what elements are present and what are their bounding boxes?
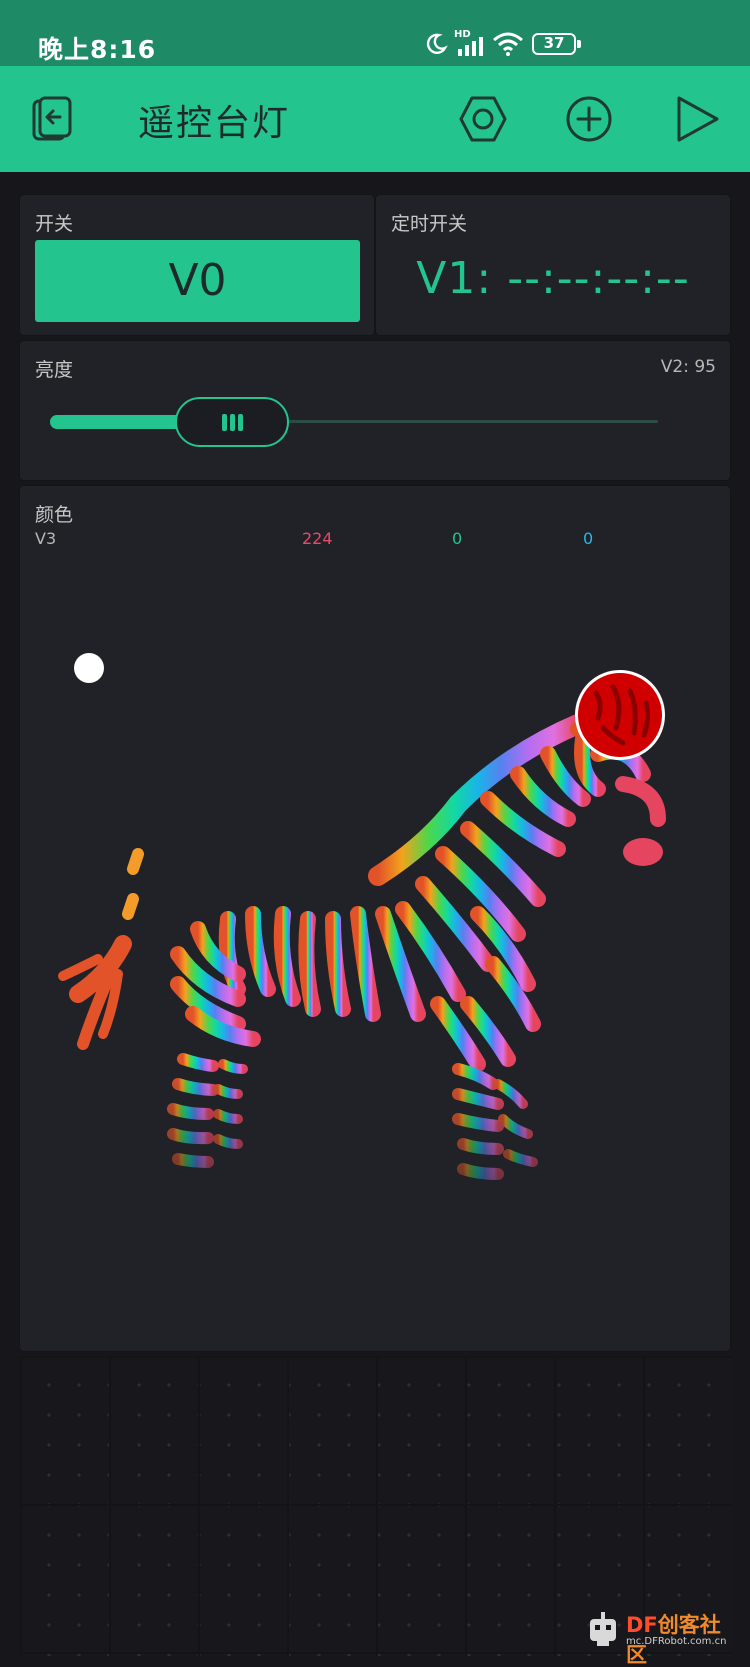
settings-hex-icon[interactable]: [456, 92, 510, 146]
add-widget-icon[interactable]: [562, 92, 616, 146]
timer-value[interactable]: V1: --:--:--:--: [376, 253, 730, 304]
watermark-site: mc.DFRobot.com.cn: [626, 1636, 727, 1647]
battery-indicator: 37: [532, 33, 581, 55]
brightness-value: V2: 95: [660, 357, 716, 377]
switch-label: 开关: [35, 213, 74, 235]
selected-color-texture: [593, 684, 651, 746]
brightness-dot[interactable]: [74, 653, 104, 683]
color-picker-handle[interactable]: [575, 670, 665, 760]
status-bar: 晚上8:16 HD 37: [0, 0, 750, 66]
wifi-icon: [493, 32, 523, 56]
green-value: 0: [452, 529, 463, 548]
play-icon[interactable]: [670, 92, 724, 146]
exit-project-icon[interactable]: [26, 92, 80, 146]
blue-value: 0: [583, 529, 594, 548]
do-not-disturb-moon-icon: [426, 33, 448, 54]
robot-logo-icon: [590, 1612, 616, 1646]
status-time: 晚上8:16: [38, 35, 157, 64]
brightness-label: 亮度: [35, 359, 74, 381]
dfrobot-watermark: DF创客社区 mc.DFRobot.com.cn: [584, 1607, 734, 1667]
color-label: 颜色: [35, 504, 74, 526]
color-pin: V3: [35, 529, 57, 548]
project-title: 遥控台灯: [138, 103, 291, 144]
timer-widget: 定时开关 V1: --:--:--:--: [376, 195, 730, 335]
color-widget: 颜色 V3 224 0 0: [20, 486, 730, 1351]
red-value: 224: [302, 529, 333, 548]
switch-widget: 开关 V0: [20, 195, 374, 335]
v0-toggle-button[interactable]: V0: [35, 240, 360, 322]
slider-thumb[interactable]: [175, 397, 290, 447]
brightness-widget: 亮度 V2: 95: [20, 341, 730, 480]
cell-signal-icon: [458, 37, 483, 56]
app-header: 遥控台灯: [0, 66, 750, 172]
timer-label: 定时开关: [391, 213, 468, 235]
